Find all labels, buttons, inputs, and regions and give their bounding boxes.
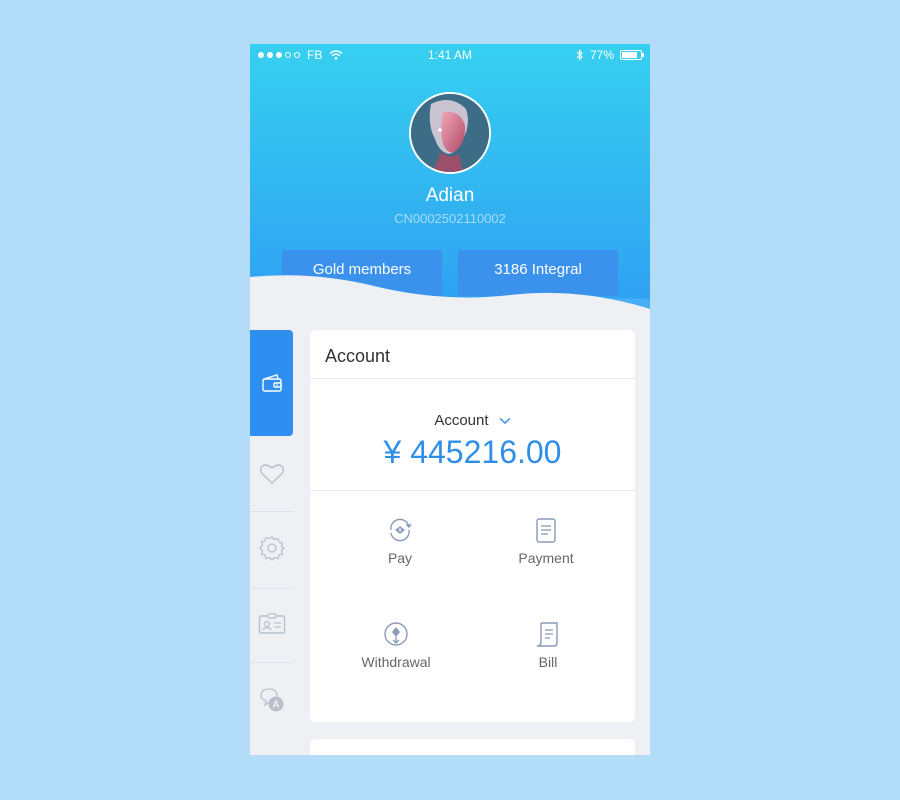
nav-item-wallet[interactable] xyxy=(250,330,293,436)
account-card: Account Account ¥ 445216.00 ¥ Pay Paymen… xyxy=(310,330,635,722)
avatar-portrait-icon xyxy=(411,94,489,172)
bill-button[interactable]: Bill xyxy=(488,620,608,672)
battery-percent: 77% xyxy=(589,48,614,62)
withdraw-icon xyxy=(384,622,408,646)
status-bar: FB 1:41 AM 77% xyxy=(250,44,650,66)
account-selector-label: Account xyxy=(434,412,489,429)
nav-divider xyxy=(250,588,293,589)
withdrawal-label: Withdrawal xyxy=(361,654,431,670)
payment-button[interactable]: Payment xyxy=(486,516,606,568)
withdrawal-button[interactable]: Withdrawal xyxy=(336,620,456,672)
bill-label: Bill xyxy=(538,654,558,670)
chat-icon: A xyxy=(259,688,283,712)
account-selector[interactable]: Account xyxy=(310,412,635,429)
bill-icon xyxy=(536,622,558,647)
battery-icon xyxy=(620,50,644,60)
nav-item-favorites[interactable] xyxy=(250,442,293,506)
card-divider xyxy=(310,490,635,491)
gear-icon xyxy=(258,536,285,561)
avatar[interactable] xyxy=(409,92,491,174)
bluetooth-icon xyxy=(576,49,583,61)
nav-item-settings[interactable] xyxy=(250,516,293,580)
next-card xyxy=(310,739,635,755)
nav-item-identity[interactable] xyxy=(250,592,293,656)
pay-button[interactable]: ¥ Pay xyxy=(340,516,460,568)
heart-icon xyxy=(259,464,284,485)
user-name: Adian xyxy=(425,185,475,206)
status-right: 77% xyxy=(576,48,644,62)
header-wave xyxy=(250,275,650,329)
side-navigation: A xyxy=(250,330,293,755)
user-id: CN0002502110002 xyxy=(394,211,506,226)
card-title: Account xyxy=(325,346,391,366)
nav-divider xyxy=(250,511,293,512)
svg-text:A: A xyxy=(272,700,279,711)
document-icon xyxy=(536,518,556,543)
nav-divider xyxy=(250,662,293,663)
nav-item-messages[interactable]: A xyxy=(250,668,293,732)
pay-label: Pay xyxy=(387,550,413,566)
card-divider xyxy=(310,378,635,379)
pay-icon: ¥ xyxy=(390,518,412,542)
payment-label: Payment xyxy=(518,550,574,566)
phone-screen: FB 1:41 AM 77% Adian CN0002502110002 Gol… xyxy=(250,44,650,755)
account-balance: ¥ 445216.00 xyxy=(383,434,562,470)
wallet-icon xyxy=(261,374,282,392)
id-card-icon xyxy=(258,613,285,634)
chevron-down-icon xyxy=(499,418,511,424)
